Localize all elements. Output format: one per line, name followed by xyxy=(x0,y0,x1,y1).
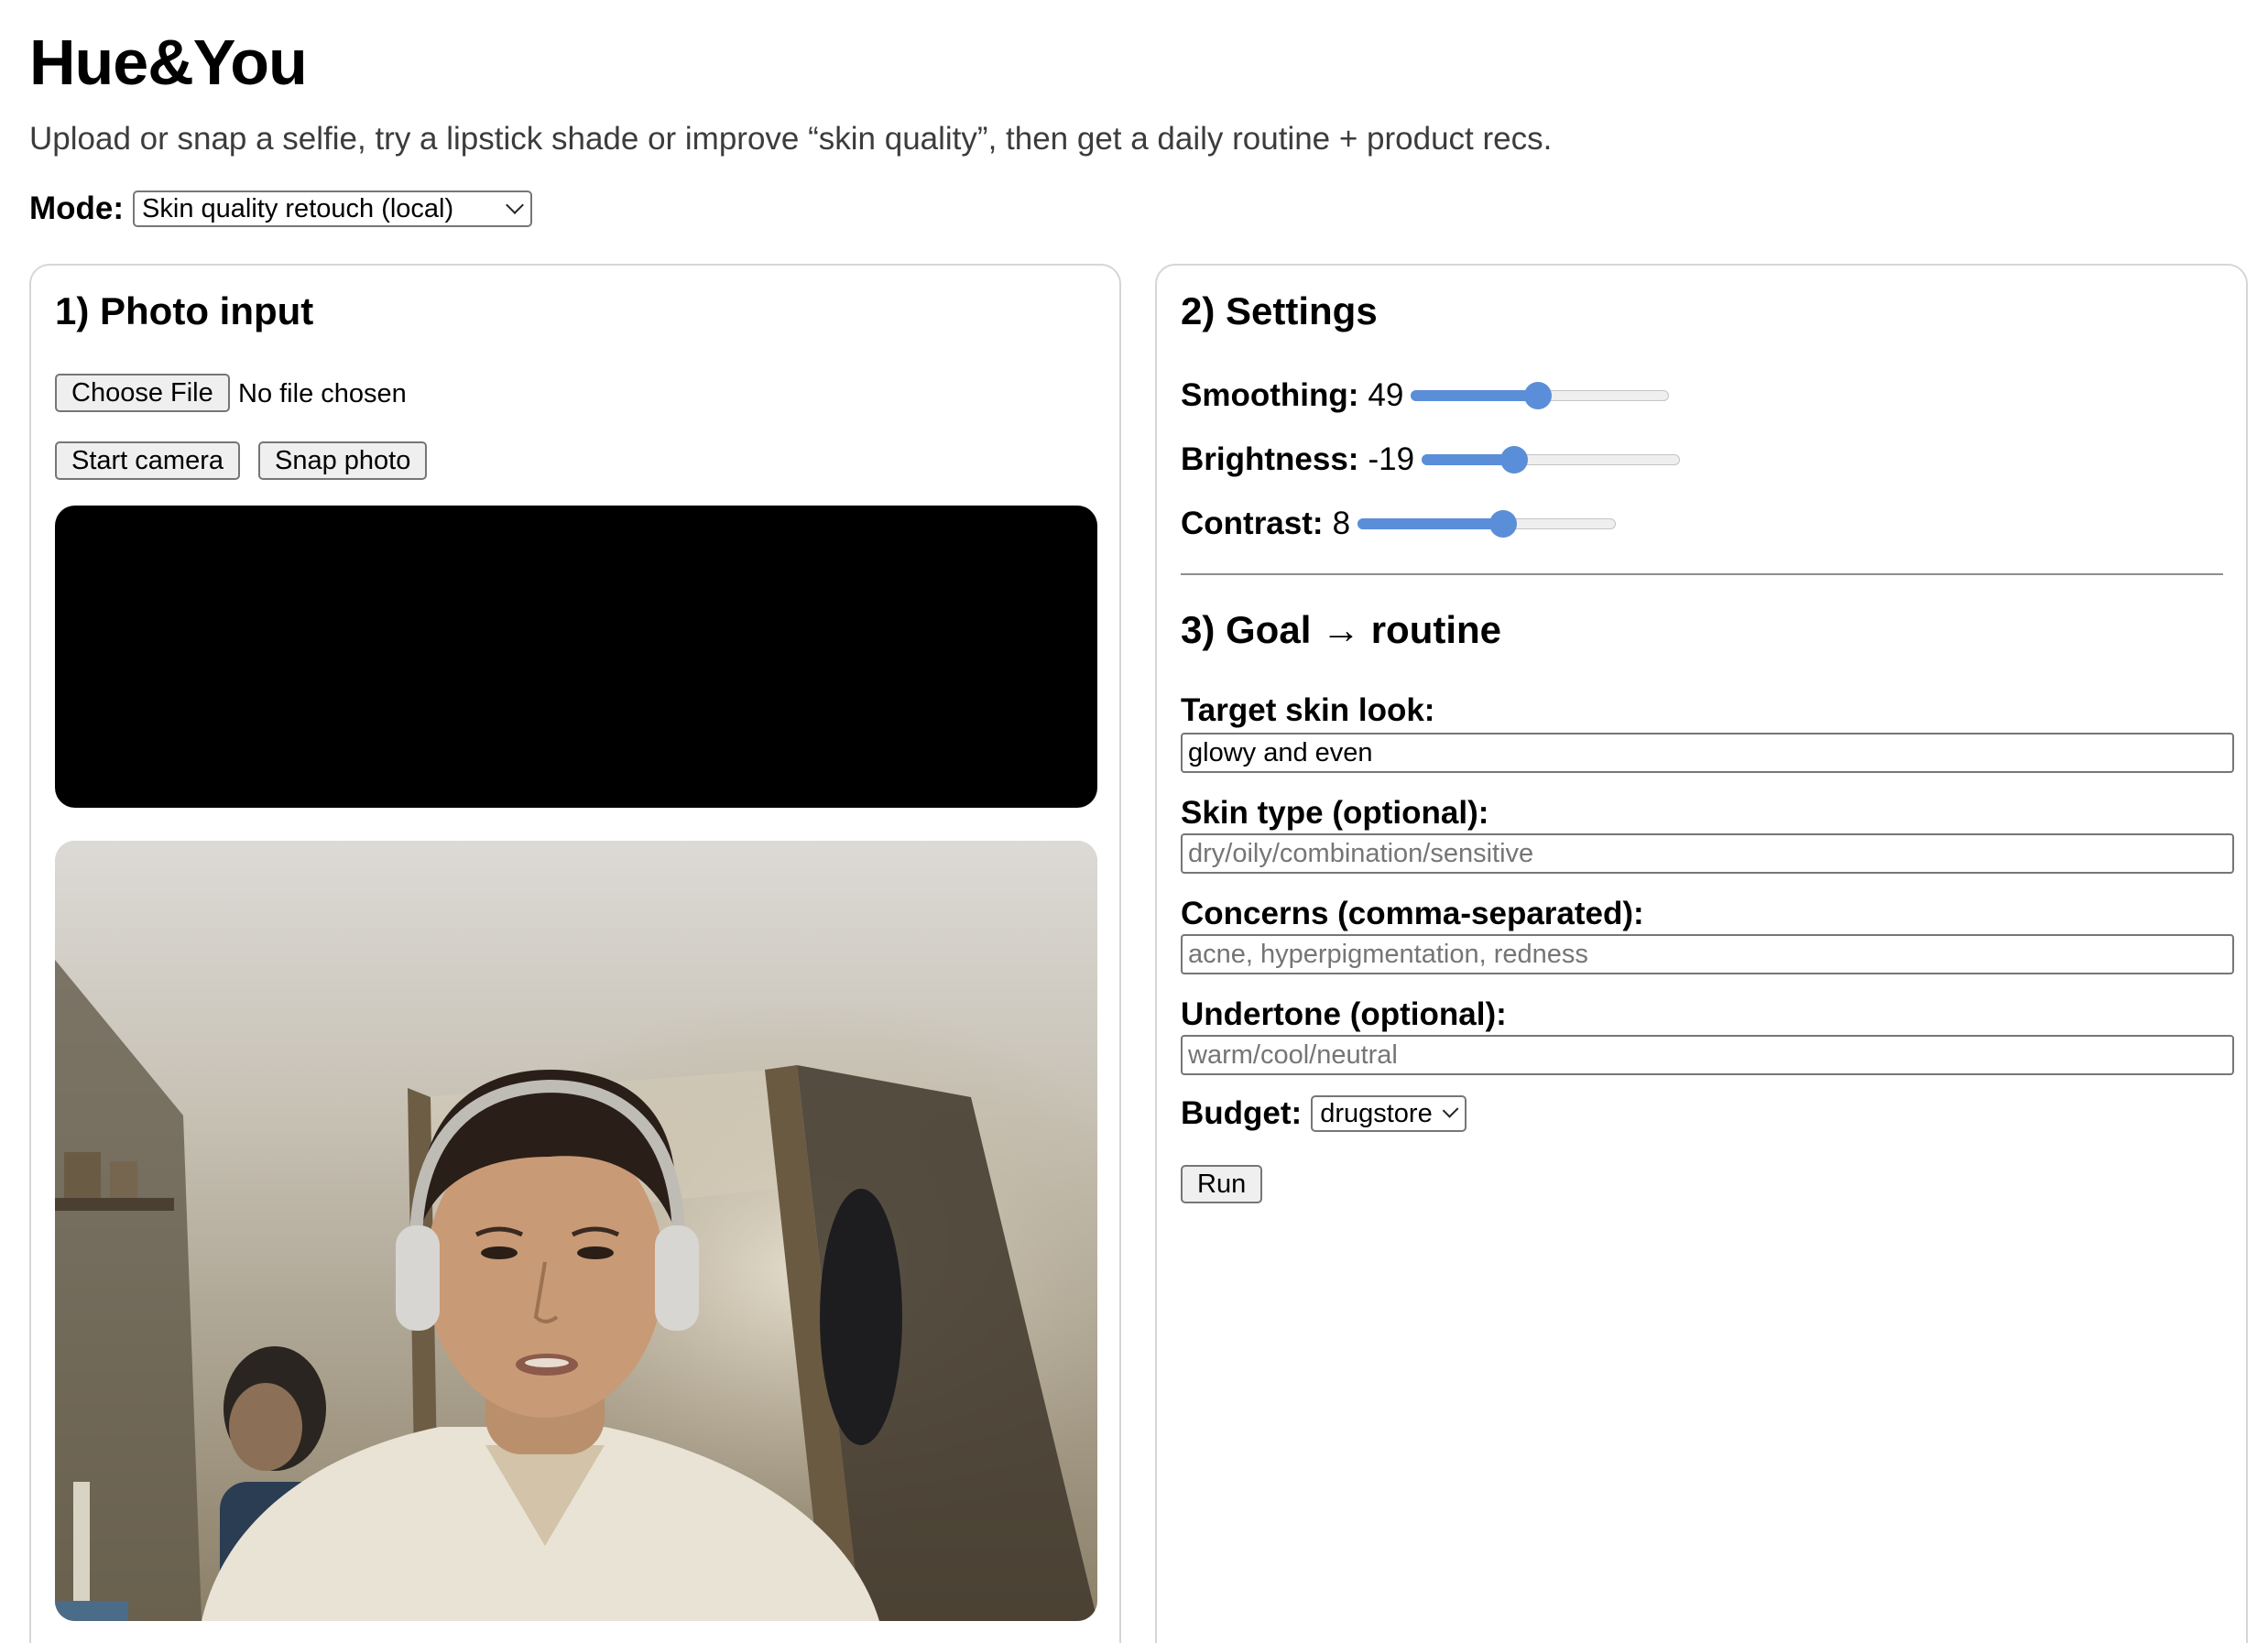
selfie-preview xyxy=(55,841,1097,1621)
budget-row: Budget: drugstore xyxy=(1181,1095,1467,1132)
slider-thumb[interactable] xyxy=(1523,382,1552,409)
target-skin-look-label: Target skin look: xyxy=(1181,692,1435,728)
concerns-input[interactable] xyxy=(1181,934,2234,974)
brightness-value: -19 xyxy=(1368,441,1415,477)
file-status: No file chosen xyxy=(238,379,407,408)
slider-fill xyxy=(1358,518,1503,529)
slider-thumb[interactable] xyxy=(1488,510,1517,538)
snap-photo-button[interactable]: Snap photo xyxy=(258,441,428,480)
contrast-slider[interactable] xyxy=(1358,510,1617,538)
chevron-down-icon xyxy=(506,196,524,214)
chevron-down-icon xyxy=(1442,1101,1459,1119)
slider-fill xyxy=(1411,390,1538,401)
mode-row: Mode: Skin quality retouch (local) xyxy=(29,190,533,227)
photo-input-heading: 1) Photo input xyxy=(55,289,314,332)
run-button[interactable]: Run xyxy=(1181,1165,1263,1203)
budget-select[interactable]: drugstore xyxy=(1311,1095,1467,1132)
photo-input-panel: 1) Photo input Choose File No file chose… xyxy=(29,264,1121,1643)
undertone-label: Undertone (optional): xyxy=(1181,996,1507,1032)
smoothing-label: Smoothing: xyxy=(1181,377,1359,413)
budget-label: Budget: xyxy=(1181,1095,1303,1131)
smoothing-slider[interactable] xyxy=(1411,382,1670,409)
settings-panel: 2) Settings Smoothing: 49 Brightness: -1… xyxy=(1155,264,2248,1643)
mode-select-value: Skin quality retouch (local) xyxy=(142,193,454,223)
contrast-row: Contrast: 8 xyxy=(1181,506,1617,542)
mode-select[interactable]: Skin quality retouch (local) xyxy=(133,190,533,227)
contrast-label: Contrast: xyxy=(1181,506,1324,541)
smoothing-row: Smoothing: 49 xyxy=(1181,377,1670,414)
routine-heading: 3) Goal → routine xyxy=(1181,608,1502,651)
settings-heading: 2) Settings xyxy=(1181,289,1378,332)
start-camera-button[interactable]: Start camera xyxy=(55,441,240,480)
section-divider xyxy=(1181,573,2223,575)
selfie-image xyxy=(55,841,1097,1621)
app-subtitle: Upload or snap a selfie, try a lipstick … xyxy=(29,121,1553,157)
page: Hue&You Upload or snap a selfie, try a l… xyxy=(0,0,2268,1643)
choose-file-button[interactable]: Choose File xyxy=(55,374,230,412)
undertone-input[interactable] xyxy=(1181,1035,2234,1075)
skin-type-label: Skin type (optional): xyxy=(1181,795,1489,831)
concerns-label: Concerns (comma-separated): xyxy=(1181,896,1644,931)
mode-label: Mode: xyxy=(29,190,125,226)
app-title: Hue&You xyxy=(29,27,308,98)
budget-select-value: drugstore xyxy=(1320,1098,1433,1128)
slider-thumb[interactable] xyxy=(1499,446,1528,473)
contrast-value: 8 xyxy=(1332,506,1351,541)
brightness-row: Brightness: -19 xyxy=(1181,441,1681,478)
smoothing-value: 49 xyxy=(1368,377,1404,413)
camera-preview xyxy=(55,506,1097,808)
target-skin-look-input[interactable] xyxy=(1181,733,2234,773)
brightness-slider[interactable] xyxy=(1422,446,1681,473)
skin-type-input[interactable] xyxy=(1181,833,2234,874)
brightness-label: Brightness: xyxy=(1181,441,1359,477)
